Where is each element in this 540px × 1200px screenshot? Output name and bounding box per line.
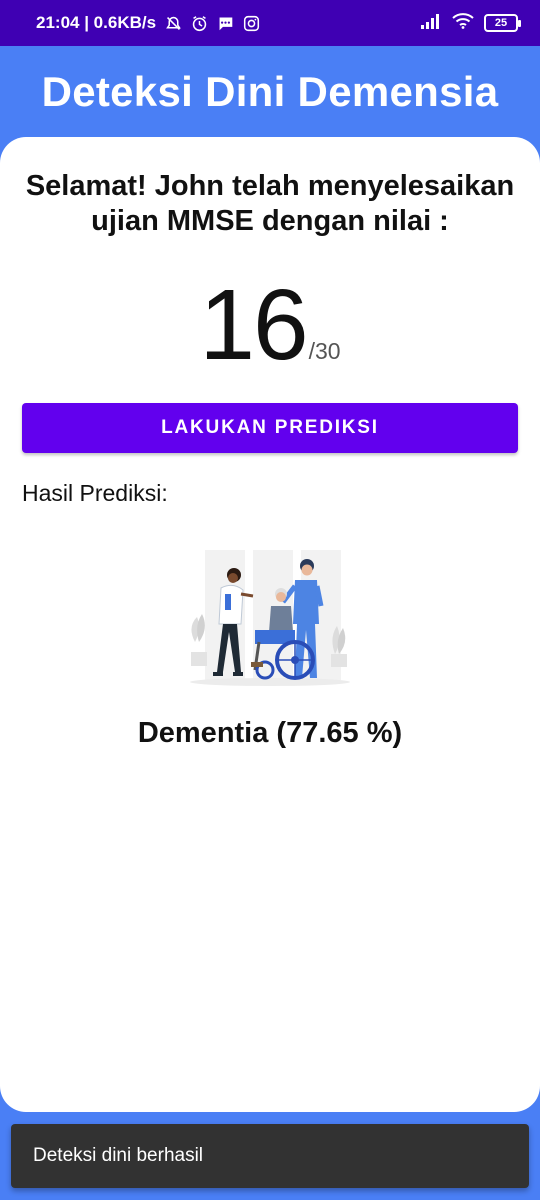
result-card: Selamat! John telah menyelesaikan ujian … xyxy=(0,137,540,1112)
mmse-score: 16 xyxy=(199,269,308,381)
snackbar-message: Deteksi dini berhasil xyxy=(33,1145,204,1166)
score-display: 16/30 xyxy=(0,275,540,375)
app-bar: Deteksi Dini Demensia xyxy=(0,46,540,138)
mute-bell-icon xyxy=(164,14,182,32)
message-icon xyxy=(216,14,234,32)
signal-icon xyxy=(420,13,442,34)
instagram-icon xyxy=(242,14,260,32)
battery-level: 25 xyxy=(494,17,508,29)
caregiver-wheelchair-illustration xyxy=(190,550,350,686)
status-time: 21:04 | 0.6KB/s xyxy=(36,13,157,32)
mmse-score-max: /30 xyxy=(308,338,341,364)
predict-button[interactable]: LAKUKAN PREDIKSI xyxy=(22,403,518,453)
snackbar: Deteksi dini berhasil xyxy=(11,1124,529,1188)
wifi-icon xyxy=(452,12,474,34)
headline-line-2: ujian MMSE dengan nilai : xyxy=(91,205,449,237)
result-label: Hasil Prediksi: xyxy=(22,480,168,506)
battery-icon: 25 xyxy=(484,14,521,32)
congrats-headline: Selamat! John telah menyelesaikan ujian … xyxy=(0,169,540,239)
headline-line-1: Selamat! John telah menyelesaikan xyxy=(25,170,515,202)
status-right: 25 xyxy=(420,12,521,34)
app-title: Deteksi Dini Demensia xyxy=(41,68,499,115)
alarm-icon xyxy=(190,14,208,32)
status-bar: 21:04 | 0.6KB/s 25 xyxy=(0,0,540,46)
status-left: 21:04 | 0.6KB/s xyxy=(36,13,260,33)
prediction-result: Dementia (77.65 %) xyxy=(137,717,403,749)
